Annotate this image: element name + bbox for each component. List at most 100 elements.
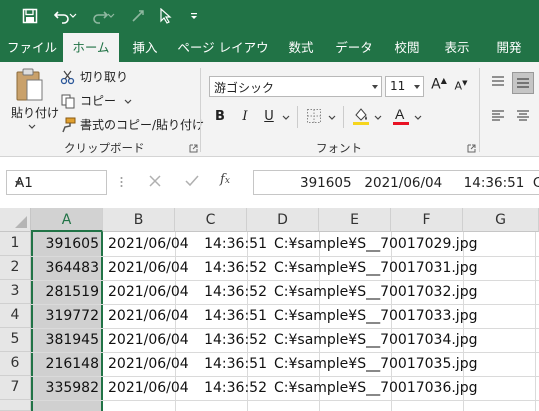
scissors-icon — [60, 69, 76, 85]
formula-bar-grip-icon — [120, 172, 123, 192]
align-top-icon[interactable] — [490, 74, 506, 90]
font-name-value: 游ゴシック — [214, 81, 275, 95]
insert-function-icon[interactable]: fx — [220, 172, 230, 187]
copy-dropdown-icon[interactable] — [124, 94, 132, 108]
font-launcher-icon[interactable] — [467, 142, 476, 153]
column-header-e[interactable]: E — [319, 208, 391, 232]
divider — [343, 106, 344, 128]
decrease-font-size-icon[interactable]: A▼ — [453, 79, 469, 99]
tab-home[interactable]: ホーム — [63, 33, 119, 62]
tab-formulas[interactable]: 数式 — [280, 33, 322, 62]
tab-page-layout[interactable]: ページ レイアウト — [174, 33, 272, 84]
font-color-dropdown-icon[interactable] — [414, 115, 422, 121]
tab-view[interactable]: 表示 — [436, 33, 478, 62]
font-size-select[interactable]: 11 — [385, 76, 424, 97]
table-cell[interactable]: 364483 — [33, 256, 99, 279]
name-box[interactable]: A1 — [6, 170, 107, 195]
increase-font-size-icon[interactable]: A▲ — [430, 76, 448, 96]
fill-color-icon[interactable] — [352, 106, 370, 126]
table-cell[interactable]: 14:36:52 — [177, 376, 267, 399]
font-size-value: 11 — [390, 79, 406, 93]
table-cell[interactable]: 381945 — [33, 328, 99, 351]
tab-review[interactable]: 校閲 — [386, 33, 428, 62]
table-cell[interactable]: 14:36:52 — [177, 280, 267, 303]
column-header-a[interactable]: A — [31, 208, 103, 232]
tab-file[interactable]: ファイル — [6, 33, 58, 62]
bold-button[interactable]: B — [212, 109, 228, 124]
row-header-6[interactable]: 6 — [0, 352, 31, 376]
font-color-icon[interactable]: A — [392, 106, 410, 126]
quick-access-toolbar — [0, 0, 539, 33]
table-cell[interactable]: 14:36:51 — [177, 352, 267, 375]
table-cell[interactable]: 14:36:51 — [177, 304, 267, 327]
table-cell[interactable]: 281519 — [33, 280, 99, 303]
gridline — [535, 232, 536, 411]
select-all-corner[interactable] — [0, 208, 31, 232]
row-header-7[interactable]: 7 — [0, 376, 31, 400]
fill-color-dropdown-icon[interactable] — [374, 115, 382, 121]
table-cell[interactable]: C:¥sample¥S__70017035.jpg — [274, 352, 477, 375]
font-name-select[interactable]: 游ゴシック — [209, 76, 382, 97]
paste-button[interactable]: 貼り付け — [11, 104, 59, 121]
borders-dropdown-icon[interactable] — [328, 115, 336, 121]
table-cell[interactable]: 14:36:52 — [177, 328, 267, 351]
row-header-1[interactable]: 1 — [0, 232, 31, 256]
column-header-d[interactable]: D — [247, 208, 319, 232]
table-cell[interactable]: 391605 — [33, 232, 99, 255]
row-header-3[interactable]: 3 — [0, 280, 31, 304]
chevron-down-icon — [372, 85, 378, 89]
column-header-f[interactable]: F — [391, 208, 463, 232]
format-painter-button[interactable]: 書式のコピー/貼り付け — [60, 116, 204, 133]
table-cell[interactable]: 14:36:52 — [177, 256, 267, 279]
align-middle-icon[interactable] — [512, 72, 534, 94]
row-header-5[interactable]: 5 — [0, 328, 31, 352]
table-cell[interactable]: 14:36:51 — [177, 232, 267, 255]
tab-insert[interactable]: 挿入 — [124, 33, 166, 62]
undo-dropdown-icon[interactable] — [68, 4, 78, 28]
underline-button[interactable]: U — [262, 109, 276, 124]
save-icon[interactable] — [18, 4, 42, 28]
group-separator — [200, 68, 201, 152]
paste-dropdown-icon[interactable] — [28, 124, 36, 130]
formula-content: 391605 2021/06/04 14:36:51 C:¥s — [300, 175, 539, 191]
table-cell[interactable]: C:¥sample¥S__70017031.jpg — [274, 256, 477, 279]
underline-dropdown-icon[interactable] — [282, 115, 290, 121]
customize-toolbar-icon[interactable] — [186, 4, 202, 28]
table-cell[interactable]: C:¥sample¥S__70017034.jpg — [274, 328, 477, 351]
select-cursor-icon[interactable] — [154, 4, 178, 28]
ribbon-home: 貼り付け 切り取り コピー 書式のコピー/貼り付け クリップボード 游ゴシック … — [0, 62, 539, 157]
tab-developer[interactable]: 開発 — [488, 33, 530, 62]
column-header-c[interactable]: C — [175, 208, 247, 232]
table-cell[interactable]: C:¥sample¥S__70017032.jpg — [274, 280, 477, 303]
table-cell[interactable]: 319772 — [33, 304, 99, 327]
table-cell[interactable]: C:¥sample¥S__70017033.jpg — [274, 304, 477, 327]
copy-button[interactable]: コピー — [60, 92, 132, 109]
borders-icon[interactable] — [306, 108, 322, 124]
table-cell[interactable]: C:¥sample¥S__70017036.jpg — [274, 376, 477, 399]
copy-icon — [60, 93, 76, 109]
cut-label: 切り取り — [80, 70, 129, 84]
copy-label: コピー — [80, 94, 117, 108]
table-cell[interactable]: C:¥sample¥S__70017029.jpg — [274, 232, 477, 255]
clipboard-launcher-icon[interactable] — [189, 142, 198, 153]
italic-button[interactable]: I — [238, 109, 252, 124]
svg-text:A: A — [395, 106, 405, 122]
paste-icon[interactable] — [13, 68, 49, 102]
formula-input[interactable]: 391605 2021/06/04 14:36:51 C:¥s — [253, 170, 539, 195]
tab-data[interactable]: データ — [330, 33, 378, 62]
column-header-b[interactable]: B — [103, 208, 175, 232]
gridline — [31, 400, 539, 401]
touch-mode-icon[interactable] — [126, 4, 150, 28]
row-header-2[interactable]: 2 — [0, 256, 31, 280]
row-header-8[interactable] — [0, 400, 31, 411]
align-center-icon[interactable] — [515, 108, 531, 124]
cut-button[interactable]: 切り取り — [60, 68, 128, 85]
row-header-4[interactable]: 4 — [0, 304, 31, 328]
cancel-icon[interactable] — [148, 174, 162, 191]
table-cell[interactable]: 216148 — [33, 352, 99, 375]
enter-icon[interactable] — [184, 174, 200, 191]
column-header-g[interactable]: G — [463, 208, 539, 232]
redo-dropdown-icon[interactable] — [106, 4, 116, 28]
align-left-icon[interactable] — [490, 108, 506, 124]
table-cell[interactable]: 335982 — [33, 376, 99, 399]
